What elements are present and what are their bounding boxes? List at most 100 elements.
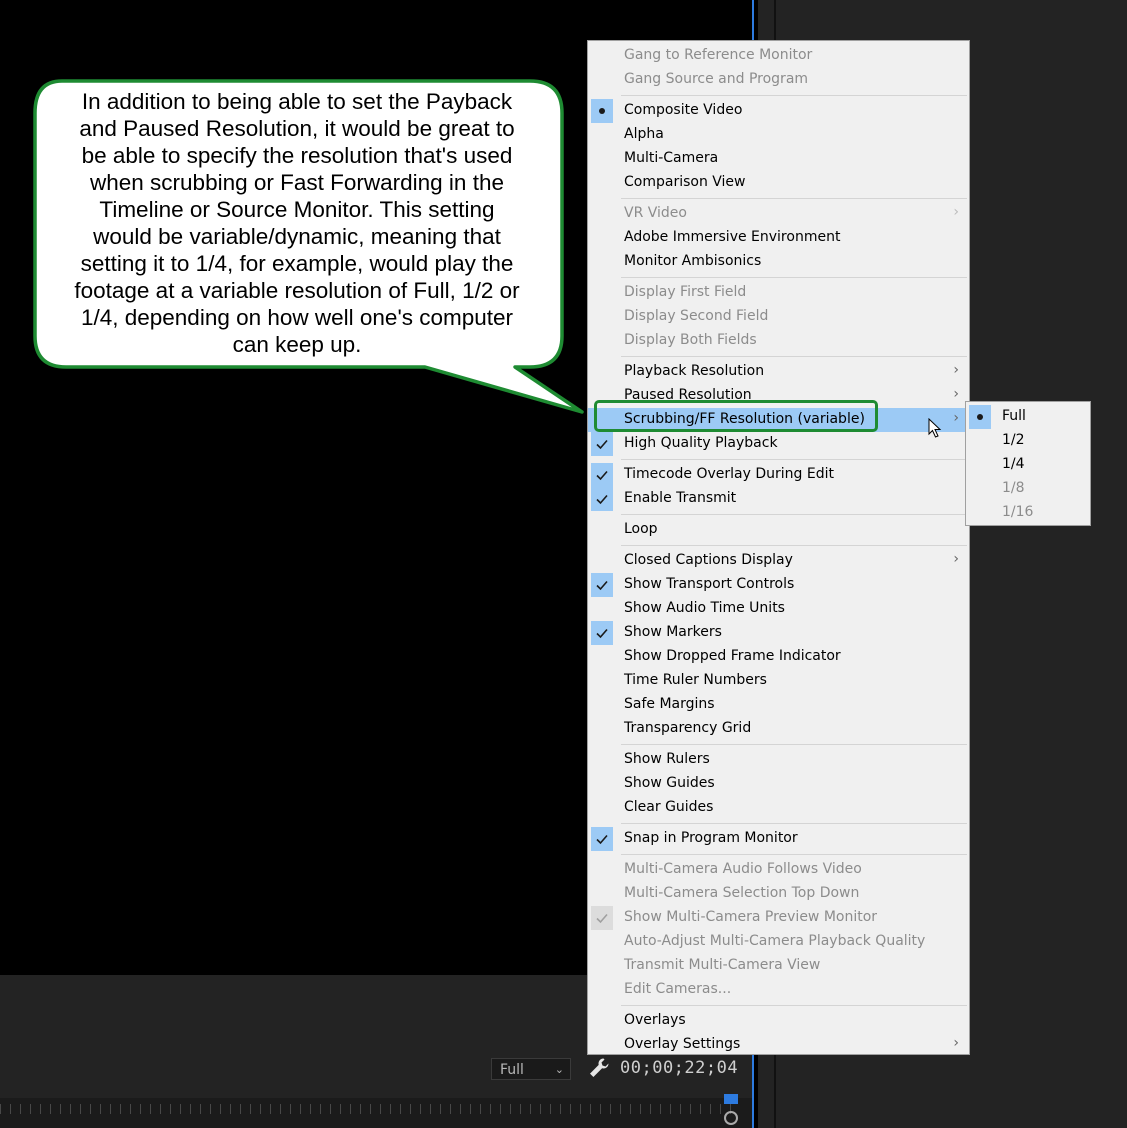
menu-item[interactable]: Show Audio Time Units [588, 597, 969, 621]
menu-item[interactable]: Show Rulers [588, 748, 969, 772]
chevron-down-icon: ⌄ [554, 1063, 564, 1076]
menu-item: Display First Field [588, 281, 969, 305]
menu-item[interactable]: Overlays [588, 1009, 969, 1033]
menu-item[interactable]: Snap in Program Monitor [588, 827, 969, 851]
menu-item[interactable]: Loop [588, 518, 969, 542]
menu-item[interactable]: Safe Margins [588, 693, 969, 717]
menu-item-label: Overlay Settings [624, 1036, 741, 1052]
submenu-item-label: Full [1002, 408, 1026, 424]
submenu-item-label: 1/16 [1002, 504, 1034, 520]
submenu-item-label: 1/2 [1002, 432, 1025, 448]
menu-item[interactable]: Show Markers [588, 621, 969, 645]
callout-line: would be variable/dynamic, meaning that [93, 224, 501, 249]
menu-item-label: Display Both Fields [624, 332, 757, 348]
menu-item[interactable]: Show Guides [588, 772, 969, 796]
menu-item-label: VR Video [624, 205, 687, 221]
checkmark-icon [591, 432, 613, 456]
chevron-right-icon: › [953, 410, 959, 426]
callout-line: setting it to 1/4, for example, would pl… [80, 251, 514, 276]
callout-line: Timeline or Source Monitor. This setting [99, 197, 495, 222]
menu-item[interactable]: High Quality Playback [588, 432, 969, 456]
submenu-item[interactable]: 1/2 [966, 429, 1090, 453]
menu-separator [621, 854, 967, 855]
checkmark-icon [591, 621, 613, 645]
menu-item-label: Playback Resolution [624, 363, 765, 379]
menu-item[interactable]: Overlay Settings › [588, 1033, 969, 1057]
menu-item[interactable]: Closed Captions Display › [588, 549, 969, 573]
menu-item-label: Transmit Multi-Camera View [624, 957, 821, 973]
mouse-cursor-icon [928, 418, 942, 438]
menu-item: Display Both Fields [588, 329, 969, 353]
menu-item[interactable]: Alpha [588, 123, 969, 147]
menu-item-label: Show Multi-Camera Preview Monitor [624, 909, 878, 925]
menu-item[interactable]: Adobe Immersive Environment [588, 226, 969, 250]
menu-item[interactable]: Clear Guides [588, 796, 969, 820]
radio-dot-icon [969, 405, 991, 429]
menu-separator [621, 198, 967, 199]
time-ruler-ticks [0, 1104, 740, 1114]
menu-separator [621, 545, 967, 546]
wrench-icon[interactable] [587, 1056, 611, 1080]
menu-item-label: Gang Source and Program [624, 71, 809, 87]
menu-item-label: Time Ruler Numbers [624, 672, 767, 688]
menu-separator [621, 356, 967, 357]
menu-separator [621, 1005, 967, 1006]
callout-line: be able to specify the resolution that's… [81, 143, 513, 168]
menu-item-label: Comparison View [624, 174, 746, 190]
menu-item: Auto-Adjust Multi-Camera Playback Qualit… [588, 930, 969, 954]
menu-item[interactable]: Time Ruler Numbers [588, 669, 969, 693]
menu-separator [621, 744, 967, 745]
callout-line: can keep up. [232, 332, 362, 357]
menu-item-label: Timecode Overlay During Edit [624, 466, 834, 482]
menu-item: Edit Cameras... [588, 978, 969, 1002]
radio-dot-icon [591, 99, 613, 123]
submenu-item: 1/16 [966, 501, 1090, 525]
menu-item-label: Multi-Camera Audio Follows Video [624, 861, 862, 877]
menu-item: Gang to Reference Monitor [588, 44, 969, 68]
chevron-right-icon: › [953, 1035, 959, 1051]
chevron-right-icon: › [953, 204, 959, 220]
menu-item-label: Gang to Reference Monitor [624, 47, 813, 63]
checkmark-icon [591, 487, 613, 511]
menu-item[interactable]: Transparency Grid [588, 717, 969, 741]
menu-item[interactable]: Multi-Camera [588, 147, 969, 171]
menu-item-label: Auto-Adjust Multi-Camera Playback Qualit… [624, 933, 926, 949]
playback-resolution-select[interactable]: Full ⌄ [491, 1058, 571, 1080]
menu-item-label: Snap in Program Monitor [624, 830, 798, 846]
menu-item[interactable]: Playback Resolution › [588, 360, 969, 384]
menu-item[interactable]: Monitor Ambisonics [588, 250, 969, 274]
checkmark-icon [591, 827, 613, 851]
callout-text: In addition to being able to set the Pay… [50, 88, 544, 358]
menu-item-label: Display Second Field [624, 308, 769, 324]
menu-item-label: Show Markers [624, 624, 722, 640]
callout-line: and Paused Resolution, it would be great… [79, 116, 515, 141]
scrubbing-resolution-submenu: Full 1/2 1/4 1/8 1/16 [965, 401, 1091, 526]
menu-item-label: Multi-Camera Selection Top Down [624, 885, 860, 901]
playhead-timecode[interactable]: 00;00;22;04 [620, 1058, 738, 1078]
submenu-item-label: 1/4 [1002, 456, 1025, 472]
submenu-item[interactable]: Full [966, 405, 1090, 429]
menu-item-label: Adobe Immersive Environment [624, 229, 841, 245]
menu-item[interactable]: Timecode Overlay During Edit [588, 463, 969, 487]
submenu-item[interactable]: 1/4 [966, 453, 1090, 477]
menu-item-label: Multi-Camera [624, 150, 719, 166]
checkmark-icon [591, 463, 613, 487]
menu-item[interactable]: Comparison View [588, 171, 969, 195]
menu-item[interactable]: Show Dropped Frame Indicator [588, 645, 969, 669]
callout-line: 1/4, depending on how well one's compute… [80, 305, 514, 330]
menu-item-label: Show Rulers [624, 751, 710, 767]
monitor-settings-menu: Gang to Reference Monitor Gang Source and… [587, 40, 970, 1055]
playhead-marker[interactable] [724, 1094, 738, 1104]
menu-item[interactable]: Enable Transmit [588, 487, 969, 511]
menu-item[interactable]: Composite Video [588, 99, 969, 123]
checkmark-icon [591, 573, 613, 597]
menu-separator [621, 459, 967, 460]
menu-item[interactable]: Show Transport Controls [588, 573, 969, 597]
menu-item-label: Composite Video [624, 102, 743, 118]
menu-separator [621, 95, 967, 96]
menu-item-label: Alpha [624, 126, 664, 142]
menu-item-label: Enable Transmit [624, 490, 737, 506]
playhead-circle-icon [724, 1111, 738, 1125]
checkmark-icon [591, 906, 613, 930]
menu-item-label: Overlays [624, 1012, 686, 1028]
